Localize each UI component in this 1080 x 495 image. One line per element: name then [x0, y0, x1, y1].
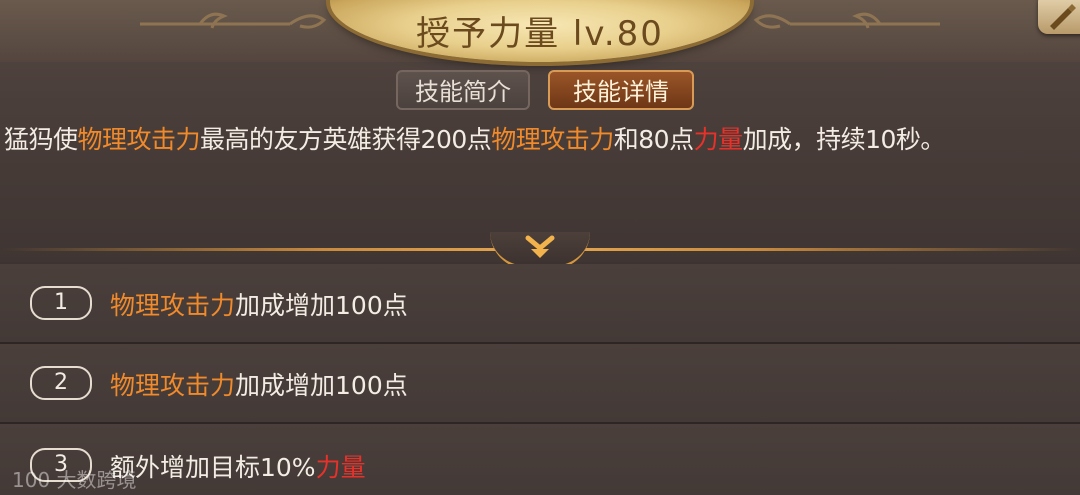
edit-button[interactable]	[1038, 0, 1080, 34]
desc-text-4: 加成，持续10秒。	[742, 125, 946, 154]
upgrade-row-3: 3 额外增加目标10%力量	[0, 424, 1080, 495]
left-ornament	[140, 12, 327, 29]
upgrade-highlight: 物理攻击力	[110, 291, 236, 320]
desc-highlight-3: 力量	[693, 125, 744, 154]
double-chevron-down-icon[interactable]	[520, 234, 560, 264]
upgrade-text: 物理攻击力加成增加100点	[110, 366, 408, 402]
skill-description: 猛犸使物理攻击力最高的友方英雄获得200点物理攻击力和80点力量加成，持续10秒…	[4, 120, 1080, 156]
upgrade-row-2: 2 物理攻击力加成增加100点	[0, 344, 1080, 424]
desc-highlight-2: 物理攻击力	[491, 125, 614, 154]
skill-level: lv.80	[572, 14, 664, 54]
upgrade-desc: 加成增加100点	[235, 371, 408, 400]
upgrade-desc: 加成增加100点	[235, 291, 408, 320]
upgrade-number-badge: 2	[30, 366, 92, 400]
desc-text-3: 和80点	[613, 125, 694, 154]
desc-text-2: 最高的友方英雄获得200点	[200, 125, 492, 154]
upgrade-highlight: 物理攻击力	[110, 371, 236, 400]
watermark: 100 大数跨境	[12, 468, 137, 492]
right-ornament	[753, 12, 940, 29]
desc-highlight-1: 物理攻击力	[77, 125, 201, 154]
tab-skill-details[interactable]: 技能详情	[548, 70, 694, 110]
upgrade-desc: 额外增加目标10%	[110, 453, 316, 482]
tab-skill-intro[interactable]: 技能简介	[396, 70, 530, 110]
upgrade-row-1: 1 物理攻击力加成增加100点	[0, 264, 1080, 344]
upgrade-text: 物理攻击力加成增加100点	[110, 286, 408, 322]
desc-text-1: 猛犸使	[4, 125, 78, 154]
upgrade-highlight: 力量	[315, 453, 366, 482]
quill-edit-icon	[1050, 4, 1076, 30]
upgrade-text: 额外增加目标10%力量	[110, 448, 366, 484]
upgrade-number-badge: 1	[30, 286, 92, 320]
skill-name: 授予力量	[416, 14, 561, 54]
skill-title: 授予力量 lv.80	[330, 6, 750, 55]
